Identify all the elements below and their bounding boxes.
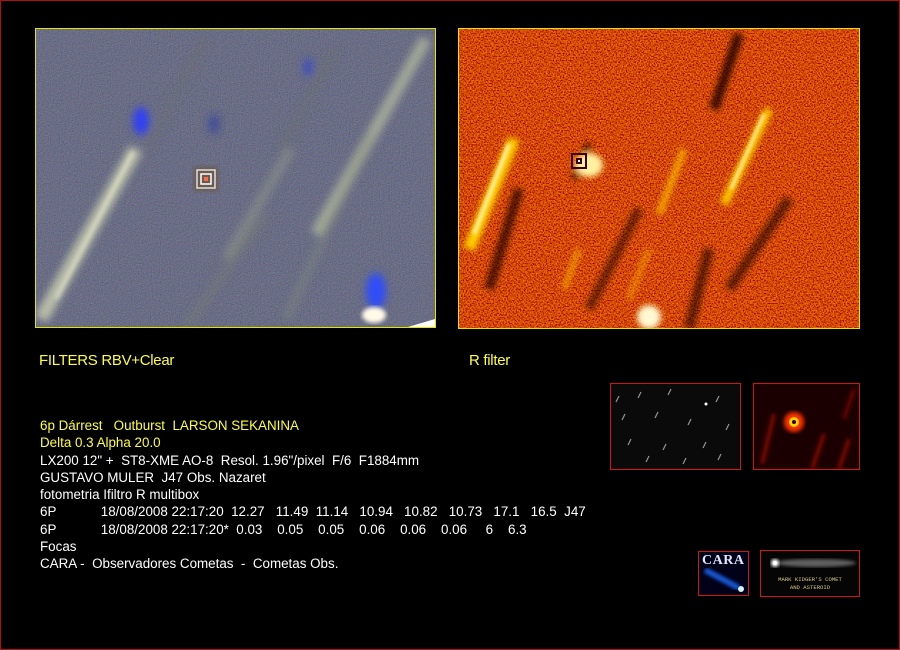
thumbnail-red-comet <box>753 383 860 470</box>
thumbnail-star-field <box>610 383 741 470</box>
observer-line: GUSTAVO MULER J47 Obs. Nazaret <box>40 469 266 485</box>
delta-alpha: Delta 0.3 Alpha 20.0 <box>40 435 161 451</box>
cara-logo-text: CARA <box>702 553 745 568</box>
caption-right: R filter <box>469 352 510 369</box>
caption-left: FILTERS RBV+Clear <box>39 352 175 369</box>
observation-info: 6p Dárrest Outburst LARSON SEKANINA Delta… <box>40 417 586 573</box>
cara-logo: CARA <box>698 551 749 596</box>
comet-title: 6p Dárrest Outburst LARSON SEKANINA <box>40 418 299 433</box>
measurement-row: 6P 18/08/2008 22:17:20 12.27 11.49 11.14… <box>40 504 586 520</box>
error-row: 6P 18/08/2008 22:17:20* 0.03 0.05 0.05 0… <box>40 521 527 537</box>
photometry-line: fotometria Ifiltro R multibox <box>40 487 200 503</box>
software-line: Focas <box>40 539 77 555</box>
comet-image-rgb-clear <box>35 28 436 328</box>
mark-kidger-logo: MARK KIDGER'S COMET AND ASTEROID <box>760 550 860 597</box>
credits-line: CARA - Observadores Cometas - Cometas Ob… <box>40 556 339 572</box>
equipment-line: LX200 12" + ST8-XME AO-8 Resol. 1.96"/pi… <box>40 452 420 468</box>
comet-image-r-filter <box>458 28 860 329</box>
mark-kidger-logo-text: MARK KIDGER'S COMET AND ASTEROID <box>778 576 842 591</box>
